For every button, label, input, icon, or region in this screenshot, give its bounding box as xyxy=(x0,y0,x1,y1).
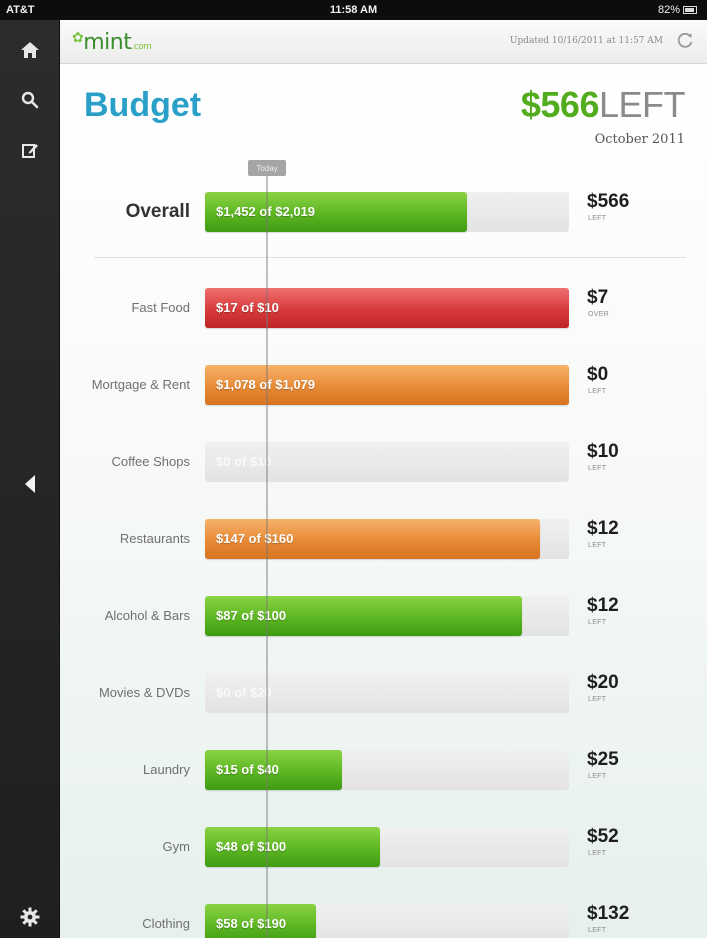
overall-track: $1,452 of $2,019 xyxy=(205,192,569,232)
back-button[interactable] xyxy=(0,464,60,504)
leaf-icon: ✿ xyxy=(72,30,84,46)
budget-track: $1,078 of $1,079 xyxy=(205,365,569,405)
logo-suffix: .com xyxy=(131,42,152,52)
main-panel: ✿mint.com Updated 10/16/2011 at 11:57 AM… xyxy=(60,20,707,938)
budget-amount-label: $58 of $190 xyxy=(216,916,287,931)
budget-track: $17 of $10 xyxy=(205,288,569,328)
budget-category-name: Restaurants xyxy=(119,531,190,546)
budget-track: $87 of $100 xyxy=(205,596,569,636)
battery-percent: 82% xyxy=(657,4,680,16)
budget-category-name: Laundry xyxy=(143,762,190,777)
budget-row[interactable]: Alcohol & Bars $87 of $100 $12 LEFT xyxy=(60,594,707,638)
budget-amount-label: $48 of $100 xyxy=(216,839,287,854)
budget-remaining-label: LEFT xyxy=(588,619,607,626)
budget-row[interactable]: Clothing $58 of $190 $132 LEFT xyxy=(60,902,707,938)
budget-amount-label: $17 of $10 xyxy=(216,300,279,315)
overall-budget-row[interactable]: Overall $1,452 of $2,019 $566 LEFT xyxy=(60,190,707,234)
budget-row[interactable]: Restaurants $147 of $160 $12 LEFT xyxy=(60,517,707,561)
budget-amount-label: $0 of $20 xyxy=(216,685,272,700)
edit-button[interactable] xyxy=(0,130,60,170)
battery-indicator: 82% xyxy=(658,4,697,16)
top-bar: ✿mint.com Updated 10/16/2011 at 11:57 AM xyxy=(60,20,707,64)
budget-remaining-label: LEFT xyxy=(588,927,607,934)
budget-remaining-label: LEFT xyxy=(588,696,607,703)
budget-remaining: $12 xyxy=(587,518,619,539)
status-bar: AT&T 11:58 AM 82% xyxy=(0,0,707,20)
budget-amount-label: $147 of $160 xyxy=(216,531,294,546)
page-title: Budget xyxy=(84,86,202,124)
today-line xyxy=(266,176,268,938)
search-icon xyxy=(21,91,39,109)
budget-category-name: Fast Food xyxy=(131,300,190,315)
budget-row[interactable]: Mortgage & Rent $1,078 of $1,079 $0 LEFT xyxy=(60,363,707,407)
budget-remaining: $20 xyxy=(587,672,619,693)
budget-remaining-label: LEFT xyxy=(588,388,607,395)
budget-category-name: Movies & DVDs xyxy=(98,685,190,700)
budget-remaining-label: OVER xyxy=(588,311,610,318)
budget-remaining: $132 xyxy=(587,903,630,924)
budget-category-name: Alcohol & Bars xyxy=(104,608,190,623)
total-left-amount: $566 xyxy=(520,84,600,125)
budget-track: $0 of $20 xyxy=(205,673,569,713)
budget-remaining: $7 xyxy=(587,287,609,308)
status-clock: 11:58 AM xyxy=(329,4,378,16)
budget-category-name: Gym xyxy=(162,839,190,854)
budget-track: $15 of $40 xyxy=(205,750,569,790)
home-button[interactable] xyxy=(0,30,60,70)
budget-remaining: $0 xyxy=(587,364,609,385)
budget-row[interactable]: Movies & DVDs $0 of $20 $20 LEFT xyxy=(60,671,707,715)
home-icon xyxy=(20,41,40,59)
budget-remaining: $10 xyxy=(587,441,619,462)
battery-icon xyxy=(683,6,697,15)
back-arrow-icon xyxy=(23,474,37,494)
budget-remaining-label: LEFT xyxy=(588,850,607,857)
refresh-button[interactable] xyxy=(673,30,697,54)
budget-track: $58 of $190 xyxy=(205,904,569,938)
budget-row[interactable]: Coffee Shops $0 of $10 $10 LEFT xyxy=(60,440,707,484)
today-marker: Today xyxy=(248,160,286,176)
budget-month: October 2011 xyxy=(594,132,685,147)
updated-timestamp: Updated 10/16/2011 at 11:57 AM xyxy=(509,36,663,46)
budget-remaining-label: LEFT xyxy=(588,465,607,472)
budget-amount-label: $15 of $40 xyxy=(216,762,279,777)
budget-row[interactable]: Fast Food $17 of $10 $7 OVER xyxy=(60,286,707,330)
budget-remaining-label: LEFT xyxy=(588,773,607,780)
budget-category-name: Clothing xyxy=(142,916,190,931)
budget-amount-label: $87 of $100 xyxy=(216,608,287,623)
divider xyxy=(94,257,686,258)
edit-icon xyxy=(21,141,39,159)
budget-remaining-label: LEFT xyxy=(588,542,607,549)
budget-remaining: $25 xyxy=(587,749,619,770)
total-left: $566LEFT xyxy=(520,84,686,126)
refresh-icon xyxy=(676,31,694,54)
budget-row[interactable]: Gym $48 of $100 $52 LEFT xyxy=(60,825,707,869)
mint-logo: ✿mint.com xyxy=(72,30,152,55)
budget-category-name: Mortgage & Rent xyxy=(91,377,190,392)
overall-label: Overall xyxy=(125,201,190,222)
logo-text: mint xyxy=(83,30,132,55)
total-left-word: LEFT xyxy=(598,84,686,125)
budget-amount-label: $0 of $10 xyxy=(216,454,272,469)
budget-row[interactable]: Laundry $15 of $40 $25 LEFT xyxy=(60,748,707,792)
settings-gear-icon xyxy=(20,907,40,927)
budget-category-name: Coffee Shops xyxy=(111,454,190,469)
search-button[interactable] xyxy=(0,80,60,120)
overall-remaining: $566 xyxy=(587,191,630,212)
budget-remaining: $12 xyxy=(587,595,619,616)
settings-button[interactable] xyxy=(0,897,60,937)
budget-track: $0 of $10 xyxy=(205,442,569,482)
budget-track: $147 of $160 xyxy=(205,519,569,559)
budget-track: $48 of $100 xyxy=(205,827,569,867)
sidebar xyxy=(0,20,60,938)
overall-remaining-label: LEFT xyxy=(588,215,607,222)
budget-remaining: $52 xyxy=(587,826,619,847)
